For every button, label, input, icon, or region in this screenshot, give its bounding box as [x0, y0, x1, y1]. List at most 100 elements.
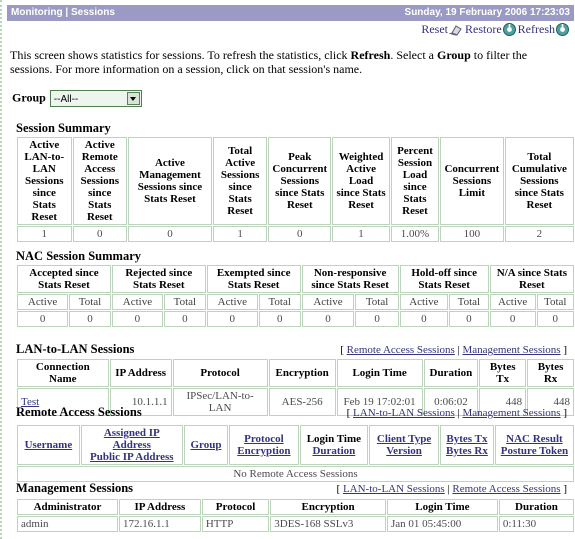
subcol-exempted-active: Active — [206, 294, 258, 310]
sort-duration[interactable]: Duration — [312, 445, 355, 457]
subcol-exempted-total: Total — [258, 294, 301, 310]
col-accepted: Accepted since Stats Reset — [17, 265, 111, 293]
table-header-row: Administrator IP Address Protocol Encryp… — [17, 499, 574, 515]
sort-encryption[interactable]: Encryption — [237, 445, 290, 457]
sort-posture-token[interactable]: Posture Token — [501, 445, 568, 457]
refresh-icon[interactable] — [556, 23, 569, 40]
sort-version[interactable]: Version — [386, 445, 422, 457]
sort-assigned-ip[interactable]: Assigned IP Address — [104, 427, 160, 451]
cell-administrator: admin — [17, 516, 118, 532]
link-lan-to-lan-sessions[interactable]: LAN-to-LAN Sessions — [343, 483, 445, 495]
cell-protocol: IPSec/LAN-to-LAN — [172, 388, 268, 416]
col-bytes-tx-rx: Bytes Tx Bytes Rx — [440, 425, 494, 465]
bracket-open: [ — [346, 407, 351, 419]
sort-username[interactable]: Username — [25, 439, 73, 451]
col-protocol: Protocol — [172, 359, 268, 387]
link-management-sessions[interactable]: Management Sessions — [463, 344, 561, 356]
col-protocol: Protocol — [201, 499, 270, 515]
col-active-l2l: Active LAN-to-LAN Sessions since Stats R… — [17, 137, 72, 225]
cell-na-total: 0 — [536, 311, 574, 327]
cell-na-active: 0 — [489, 311, 536, 327]
eraser-icon[interactable] — [448, 24, 463, 40]
restore-link[interactable]: Restore — [465, 22, 502, 36]
col-ip-address: IP Address — [119, 499, 201, 515]
cell-duration: 0:11:30 — [498, 516, 574, 532]
cell-accepted-total: 0 — [69, 311, 111, 327]
sort-protocol[interactable]: Protocol — [244, 433, 284, 445]
subcol-nonresponsive-total: Total — [355, 294, 399, 310]
sort-bytes-rx[interactable]: Bytes Rx — [446, 445, 488, 457]
sort-bytes-tx[interactable]: Bytes Tx — [446, 433, 487, 445]
link-separator: | — [447, 483, 450, 495]
subcol-na-active: Active — [489, 294, 536, 310]
management-heading: Management Sessions — [16, 481, 134, 495]
reset-link[interactable]: Reset — [421, 22, 448, 36]
subcol-rejected-active: Active — [111, 294, 163, 310]
link-remote-access-sessions[interactable]: Remote Access Sessions — [452, 483, 560, 495]
cell-login-time: Jan 01 05:45:00 — [386, 516, 498, 532]
table-empty-row: No Remote Access Sessions — [17, 466, 574, 482]
action-links: Reset Restore Refresh — [421, 22, 571, 40]
col-connection-name: Connection Name — [17, 359, 109, 387]
table-header-row: Accepted since Stats Reset Rejected sinc… — [17, 265, 574, 293]
col-administrator: Administrator — [17, 499, 118, 515]
link-management-sessions[interactable]: Management Sessions — [463, 407, 561, 419]
group-select[interactable]: --All-- — [49, 90, 142, 107]
link-remote-access-sessions[interactable]: Remote Access Sessions — [347, 344, 455, 356]
col-client-type-version: Client Type Version — [369, 425, 440, 465]
page-root: Monitoring | Sessions Sunday, 19 Februar… — [0, 0, 575, 539]
col-nac-result-posture: NAC Result Posture Token — [494, 425, 574, 465]
col-login-time: Login Time — [336, 359, 423, 387]
table-header-row: Active LAN-to-LAN Sessions since Stats R… — [17, 137, 574, 225]
management-section-links: [ LAN-to-LAN Sessions | Remote Access Se… — [337, 483, 567, 495]
remote-access-section-links: [ LAN-to-LAN Sessions | Management Sessi… — [347, 407, 567, 419]
col-weighted-load: Weighted Active Load since Stats Reset — [332, 137, 390, 225]
lan-to-lan-heading: LAN-to-LAN Sessions — [16, 342, 135, 356]
intro-bold-refresh: Refresh — [350, 48, 391, 62]
col-nonresponsive: Non-responsive since Stats Reset — [301, 265, 399, 293]
group-select-value: --All-- — [53, 94, 79, 105]
cell-total-cumulative: 2 — [504, 226, 574, 242]
session-summary-heading: Session Summary — [16, 121, 111, 135]
col-assigned-ip: Assigned IP Address Public IP Address — [80, 425, 183, 465]
link-separator: | — [457, 344, 460, 356]
col-bytes-tx: Bytes Tx — [479, 359, 527, 387]
bracket-close: ] — [563, 483, 567, 495]
refresh-link[interactable]: Refresh — [518, 22, 555, 36]
bracket-close: ] — [563, 407, 567, 419]
cell-exempted-total: 0 — [258, 311, 301, 327]
col-active-remote: Active Remote Access Sessions since Stat… — [72, 137, 128, 225]
intro-text: This screen shows statistics for session… — [10, 48, 568, 76]
cell-concurrent-limit: 100 — [440, 226, 504, 242]
subcol-holdoff-total: Total — [449, 294, 489, 310]
col-encryption: Encryption — [268, 359, 336, 387]
cell-protocol: HTTP — [201, 516, 270, 532]
nac-summary-heading: NAC Session Summary — [16, 249, 142, 263]
sort-public-ip[interactable]: Public IP Address — [90, 451, 174, 463]
cell-holdoff-active: 0 — [399, 311, 449, 327]
restore-icon[interactable] — [502, 23, 516, 40]
remote-access-heading: Remote Access Sessions — [16, 405, 142, 419]
cell-active-l2l: 1 — [17, 226, 72, 242]
bracket-open: [ — [336, 483, 341, 495]
cell-rejected-active: 0 — [111, 311, 163, 327]
management-table: Administrator IP Address Protocol Encryp… — [16, 498, 575, 533]
sort-nac-result[interactable]: NAC Result — [506, 433, 563, 445]
cell-exempted-active: 0 — [206, 311, 258, 327]
cell-holdoff-total: 0 — [449, 311, 489, 327]
sort-client-type[interactable]: Client Type — [377, 433, 431, 445]
col-login-time-duration: Login Time Duration — [299, 425, 369, 465]
subcol-nonresponsive-active: Active — [301, 294, 355, 310]
label-login-time: Login Time — [306, 433, 362, 445]
cell-rejected-total: 0 — [164, 311, 206, 327]
cell-nonresponsive-active: 0 — [301, 311, 355, 327]
col-percent-load: Percent Session Load since Stats Reset — [390, 137, 440, 225]
col-username: Username — [17, 425, 80, 465]
table-subheader-row: Active Total Active Total Active Total A… — [17, 294, 574, 310]
sort-group[interactable]: Group — [190, 439, 221, 451]
col-rejected: Rejected since Stats Reset — [111, 265, 206, 293]
chevron-down-icon[interactable] — [126, 92, 140, 105]
link-lan-to-lan-sessions[interactable]: LAN-to-LAN Sessions — [353, 407, 455, 419]
subcol-rejected-total: Total — [164, 294, 206, 310]
cell-weighted-load: 1 — [332, 226, 390, 242]
